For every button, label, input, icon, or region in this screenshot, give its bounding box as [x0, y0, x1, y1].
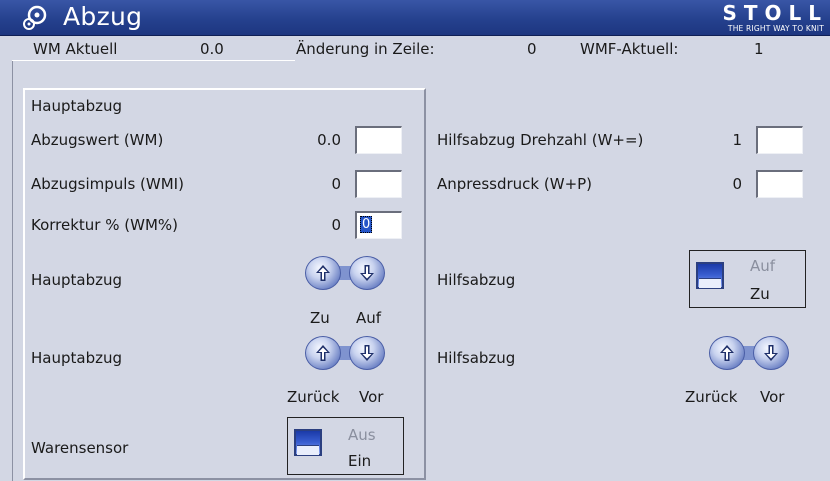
hauptabzug-vor-button[interactable]	[349, 336, 385, 370]
hilfsabzug-toggle[interactable]: Auf Zu	[689, 250, 806, 308]
arrow-down-icon	[360, 265, 374, 281]
hauptabzug-zu-button[interactable]	[305, 256, 341, 290]
abzugsimpuls-value: 0	[331, 175, 341, 193]
drehzahl-input[interactable]	[756, 126, 803, 154]
divider	[12, 60, 13, 481]
arrow-up-icon	[720, 345, 734, 361]
hilfsabzug-vor-label: Vor	[760, 388, 785, 406]
hilfsabzug-label: Hilfsabzug	[437, 271, 516, 289]
brand-tagline: THE RIGHT WAY TO KNIT	[727, 24, 824, 33]
hauptabzug-auf-label: Auf	[356, 309, 382, 327]
hauptabzug-zurueck-label: Zurück	[287, 388, 340, 406]
hauptabzug-zu-auf-control	[305, 256, 387, 290]
hilfsabzug-zu-label: Zu	[750, 285, 770, 303]
hilfsabzug-zurueck-vor-control	[709, 336, 791, 370]
arrow-up-icon	[316, 345, 330, 361]
hauptabzug-label: Hauptabzug	[31, 271, 122, 289]
warensensor-toggle[interactable]: Aus Ein	[287, 417, 404, 475]
abzugsimpuls-label: Abzugsimpuls (WMI)	[31, 175, 184, 193]
warensensor-label: Warensensor	[31, 439, 129, 457]
wm-aktuell-value: 0.0	[200, 40, 224, 58]
window-title: Abzug	[63, 2, 143, 31]
anpressdruck-input[interactable]	[756, 170, 803, 198]
warensensor-aus-label: Aus	[348, 426, 376, 444]
hilfsabzug-auf-label: Auf	[750, 257, 776, 275]
divider	[12, 60, 295, 61]
hilfsabzug-zurueck-button[interactable]	[709, 336, 745, 370]
brand-name: STOLL	[722, 1, 828, 25]
hilfsabzug-label-2: Hilfsabzug	[437, 349, 516, 367]
hilfsabzug-vor-button[interactable]	[753, 336, 789, 370]
wmf-aktuell-label: WMF-Aktuell:	[580, 40, 679, 58]
drehzahl-value: 1	[732, 131, 742, 149]
abzugswert-label: Abzugswert (WM)	[31, 131, 164, 149]
arrow-down-icon	[764, 345, 778, 361]
brand-logo: STOLL THE RIGHT WAY TO KNIT	[694, 2, 824, 34]
korrektur-input-text: 0	[360, 216, 373, 233]
warensensor-ein-label: Ein	[348, 452, 372, 470]
korrektur-input[interactable]: 0	[355, 211, 402, 239]
hauptabzug-vor-label: Vor	[359, 388, 384, 406]
arrow-up-icon	[316, 265, 330, 281]
abzugsimpuls-input[interactable]	[355, 170, 402, 198]
abzugswert-input[interactable]	[355, 126, 402, 154]
pulley-icon	[22, 5, 48, 31]
title-bar: Abzug STOLL THE RIGHT WAY TO KNIT	[0, 0, 830, 36]
aenderung-value: 0	[527, 40, 537, 58]
hilfsabzug-zurueck-label: Zurück	[685, 388, 738, 406]
korrektur-label: Korrektur % (WM%)	[31, 216, 178, 234]
hauptabzug-auf-button[interactable]	[349, 256, 385, 290]
anpressdruck-label: Anpressdruck (W+P)	[437, 175, 593, 193]
hauptabzug-label-2: Hauptabzug	[31, 349, 122, 367]
hauptabzug-zurueck-vor-control	[305, 336, 387, 370]
wmf-aktuell-value: 1	[754, 40, 764, 58]
korrektur-value: 0	[331, 216, 341, 234]
wm-aktuell-label: WM Aktuell	[33, 40, 118, 58]
abzugswert-value: 0.0	[317, 131, 341, 149]
anpressdruck-value: 0	[732, 175, 742, 193]
drehzahl-label: Hilfsabzug Drehzahl (W+=)	[437, 131, 644, 149]
arrow-down-icon	[360, 345, 374, 361]
hauptabzug-zu-label: Zu	[310, 309, 330, 327]
panel-title: Hauptabzug	[31, 97, 122, 115]
hauptabzug-zurueck-button[interactable]	[305, 336, 341, 370]
toggle-switch-icon	[696, 262, 724, 289]
toggle-switch-icon	[294, 429, 322, 456]
aenderung-label: Änderung in Zeile:	[296, 40, 435, 58]
